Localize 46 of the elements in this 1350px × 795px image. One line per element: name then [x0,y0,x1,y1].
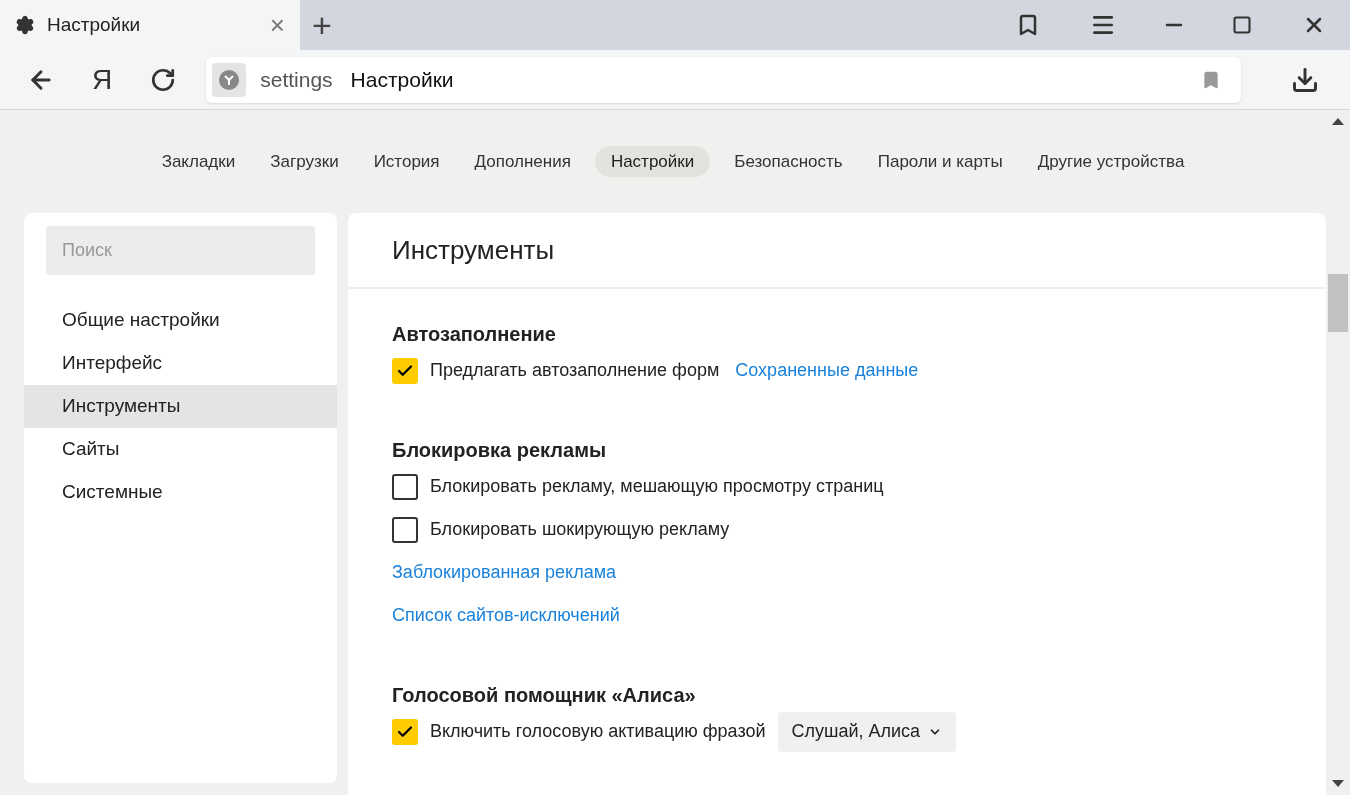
nav-tab[interactable]: Дополнения [463,146,582,177]
address-bar[interactable]: settings Настройки [206,56,1242,103]
option-label: Блокировать рекламу, мешающую просмотру страниц [430,475,884,498]
section-heading: Автозаполнение [392,322,557,347]
yandex-logo[interactable]: Я [92,65,113,94]
saved-data-link[interactable]: Сохраненные данные [735,357,919,384]
option-label: Предлагать автозаполнение форм [430,359,720,382]
settings-link[interactable]: Заблокированная реклама [392,559,617,586]
section-heading: Блокировка рекламы [392,438,608,463]
option-label: Блокировать шокирующую рекламу [430,518,730,541]
nav-tab[interactable]: Загрузки [259,146,350,177]
nav-tab[interactable]: Настройки [594,146,711,177]
checkbox[interactable] [392,718,418,745]
panel-title: Инструменты [392,233,555,267]
close-tab-button[interactable]: × [269,12,285,38]
checkbox[interactable] [392,357,418,384]
phrase-dropdown[interactable]: Слушай, Алиса [777,711,957,752]
sidebar-item[interactable]: Интерфейс [24,342,337,385]
site-badge [212,62,247,97]
settings-link[interactable]: Список сайтов-исключений [392,602,620,629]
sidebar-item[interactable]: Инструменты [24,385,337,428]
scroll-thumb[interactable] [1328,273,1348,332]
section-heading: Голосовой помощник «Алиса» [392,683,697,708]
scroll-up-icon[interactable] [1332,118,1344,125]
maximize-icon[interactable] [1232,15,1252,35]
address-host: settings [260,66,333,93]
option-label: Включить голосовую активацию фразой [430,720,766,743]
sidebar-item[interactable]: Общие настройки [24,299,337,342]
checkbox[interactable] [392,516,418,543]
new-tab-button[interactable]: + [312,8,332,42]
scroll-down-icon[interactable] [1332,780,1344,787]
download-icon[interactable] [1291,65,1320,94]
sidebar-item[interactable]: Системные [24,471,337,514]
nav-tab[interactable]: Другие устройства [1026,146,1196,177]
nav-tab[interactable]: Закладки [150,146,247,177]
gear-icon [15,15,35,35]
nav-tab[interactable]: История [362,146,451,177]
sidebar-item[interactable]: Сайты [24,428,337,471]
search-field[interactable]: Поиск [46,226,315,275]
tab-title: Настройки [47,12,141,37]
page-title: Настройки [350,66,454,93]
reload-icon[interactable] [150,66,177,93]
browser-tab[interactable]: Настройки × [0,0,300,50]
checkbox[interactable] [392,473,418,500]
nav-tab[interactable]: Безопасность [723,146,854,177]
nav-tab[interactable]: Пароли и карты [866,146,1014,177]
